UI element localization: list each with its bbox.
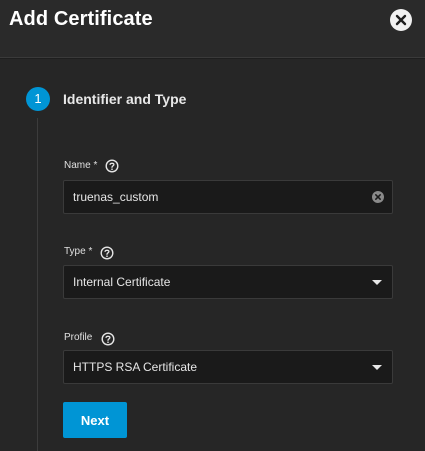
close-icon — [395, 14, 407, 26]
close-button[interactable] — [390, 9, 412, 31]
step-title: Identifier and Type — [63, 91, 187, 107]
type-selected-value: Internal Certificate — [73, 275, 171, 289]
next-button[interactable]: Next — [63, 402, 127, 438]
chevron-down-icon — [372, 280, 382, 285]
stepper-line — [37, 118, 38, 451]
type-help-icon[interactable] — [100, 246, 114, 260]
dialog-header: Add Certificate — [0, 0, 425, 58]
name-label: Name * — [64, 160, 98, 171]
type-label: Type * — [64, 246, 93, 257]
name-help-icon[interactable] — [105, 159, 119, 173]
dialog-title: Add Certificate — [9, 8, 153, 30]
profile-selected-value: HTTPS RSA Certificate — [73, 360, 198, 374]
clear-icon[interactable] — [372, 191, 384, 203]
chevron-down-icon — [372, 365, 382, 370]
name-field[interactable] — [63, 180, 393, 214]
profile-label: Profile — [64, 332, 93, 343]
profile-help-icon[interactable] — [101, 332, 115, 346]
profile-select[interactable]: HTTPS RSA Certificate — [63, 350, 393, 384]
type-select[interactable]: Internal Certificate — [63, 265, 393, 299]
name-input[interactable] — [64, 181, 392, 213]
step-number-badge: 1 — [26, 87, 50, 111]
